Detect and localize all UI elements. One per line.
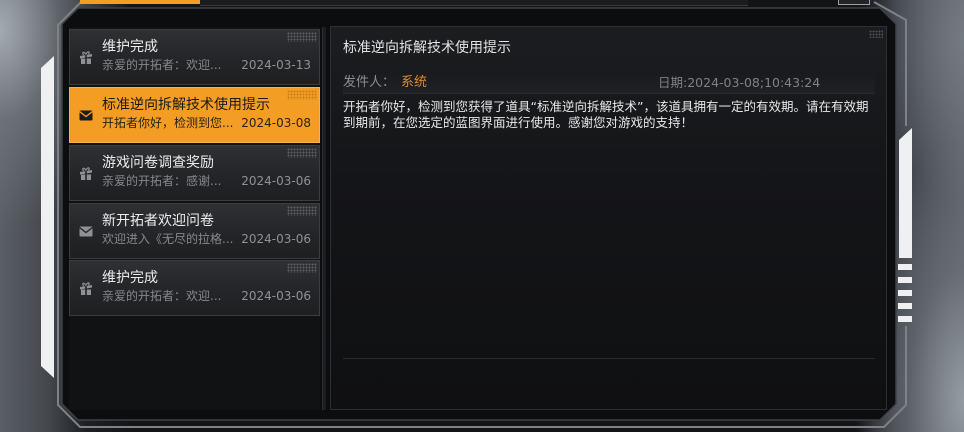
mail-date: 2024-03-08 — [241, 116, 311, 130]
top-tab-bar — [200, 0, 748, 6]
dot-texture — [287, 206, 317, 216]
mail-title: 游戏问卷调查奖励 — [102, 155, 214, 171]
dot-texture — [287, 148, 317, 158]
envelope-icon — [78, 223, 94, 239]
mail-preview: 亲爱的开拓者：欢迎... — [102, 58, 222, 72]
gift-icon — [78, 280, 94, 296]
mail-detail-date: 日期:2024-03-08;10:43:24 — [658, 75, 821, 90]
mail-preview: 亲爱的开拓者：欢迎... — [102, 289, 222, 303]
list-scrollbar-track[interactable] — [322, 27, 326, 410]
dot-texture — [287, 263, 317, 273]
mail-detail-title: 标准逆向拆解技术使用提示 — [343, 40, 511, 56]
mail-date: 2024-03-06 — [241, 232, 311, 246]
dot-texture — [287, 90, 317, 100]
mail-list-item[interactable]: 标准逆向拆解技术使用提示 开拓者你好，检测到您... 2024-03-08 — [69, 87, 320, 143]
mail-preview: 亲爱的开拓者：感谢... — [102, 174, 222, 188]
gift-icon — [78, 165, 94, 181]
dot-texture — [869, 30, 883, 38]
footer-divider — [343, 358, 875, 359]
top-accent-bar — [80, 0, 200, 4]
right-bar-decoration — [899, 128, 912, 258]
right-stripe-decoration — [898, 290, 912, 296]
left-bracket-decoration — [41, 56, 54, 378]
mail-body: 开拓者你好，检测到您获得了道具“标准逆向拆解技术”，该道具拥有一定的有效期。请在… — [343, 99, 869, 130]
sender-label: 发件人： — [343, 75, 396, 90]
mail-title: 维护完成 — [102, 39, 158, 55]
envelope-icon — [78, 107, 94, 123]
mail-list-item[interactable]: 维护完成 亲爱的开拓者：欢迎... 2024-03-13 — [69, 29, 320, 85]
mail-list: 维护完成 亲爱的开拓者：欢迎... 2024-03-13 标准逆向拆解技术使用提… — [69, 27, 320, 410]
top-right-button[interactable] — [838, 0, 870, 5]
right-stripe-decoration — [898, 264, 912, 270]
mail-title: 维护完成 — [102, 270, 158, 286]
gift-icon — [78, 49, 94, 65]
dot-texture — [287, 32, 317, 42]
mail-meta-row: 发件人： 系统 日期:2024-03-08;10:43:24 — [343, 73, 875, 94]
mail-list-item[interactable]: 新开拓者欢迎问卷 欢迎进入《无尽的拉格... 2024-03-06 — [69, 203, 320, 259]
mail-date: 2024-03-06 — [241, 289, 311, 303]
mail-preview: 欢迎进入《无尽的拉格... — [102, 232, 234, 246]
mail-title: 标准逆向拆解技术使用提示 — [102, 97, 270, 113]
mail-list-item[interactable]: 游戏问卷调查奖励 亲爱的开拓者：感谢... 2024-03-06 — [69, 145, 320, 201]
mail-date: 2024-03-13 — [241, 58, 311, 72]
mail-preview: 开拓者你好，检测到您... — [102, 116, 234, 130]
mail-title: 新开拓者欢迎问卷 — [102, 213, 214, 229]
sender-name: 系统 — [401, 75, 428, 90]
right-stripe-decoration — [898, 316, 912, 322]
right-stripe-decoration — [898, 303, 912, 309]
mail-detail-panel: 标准逆向拆解技术使用提示 发件人： 系统 日期:2024-03-08;10:43… — [330, 26, 887, 410]
mail-date: 2024-03-06 — [241, 174, 311, 188]
right-stripe-decoration — [898, 277, 912, 283]
mail-list-item[interactable]: 维护完成 亲爱的开拓者：欢迎... 2024-03-06 — [69, 260, 320, 316]
